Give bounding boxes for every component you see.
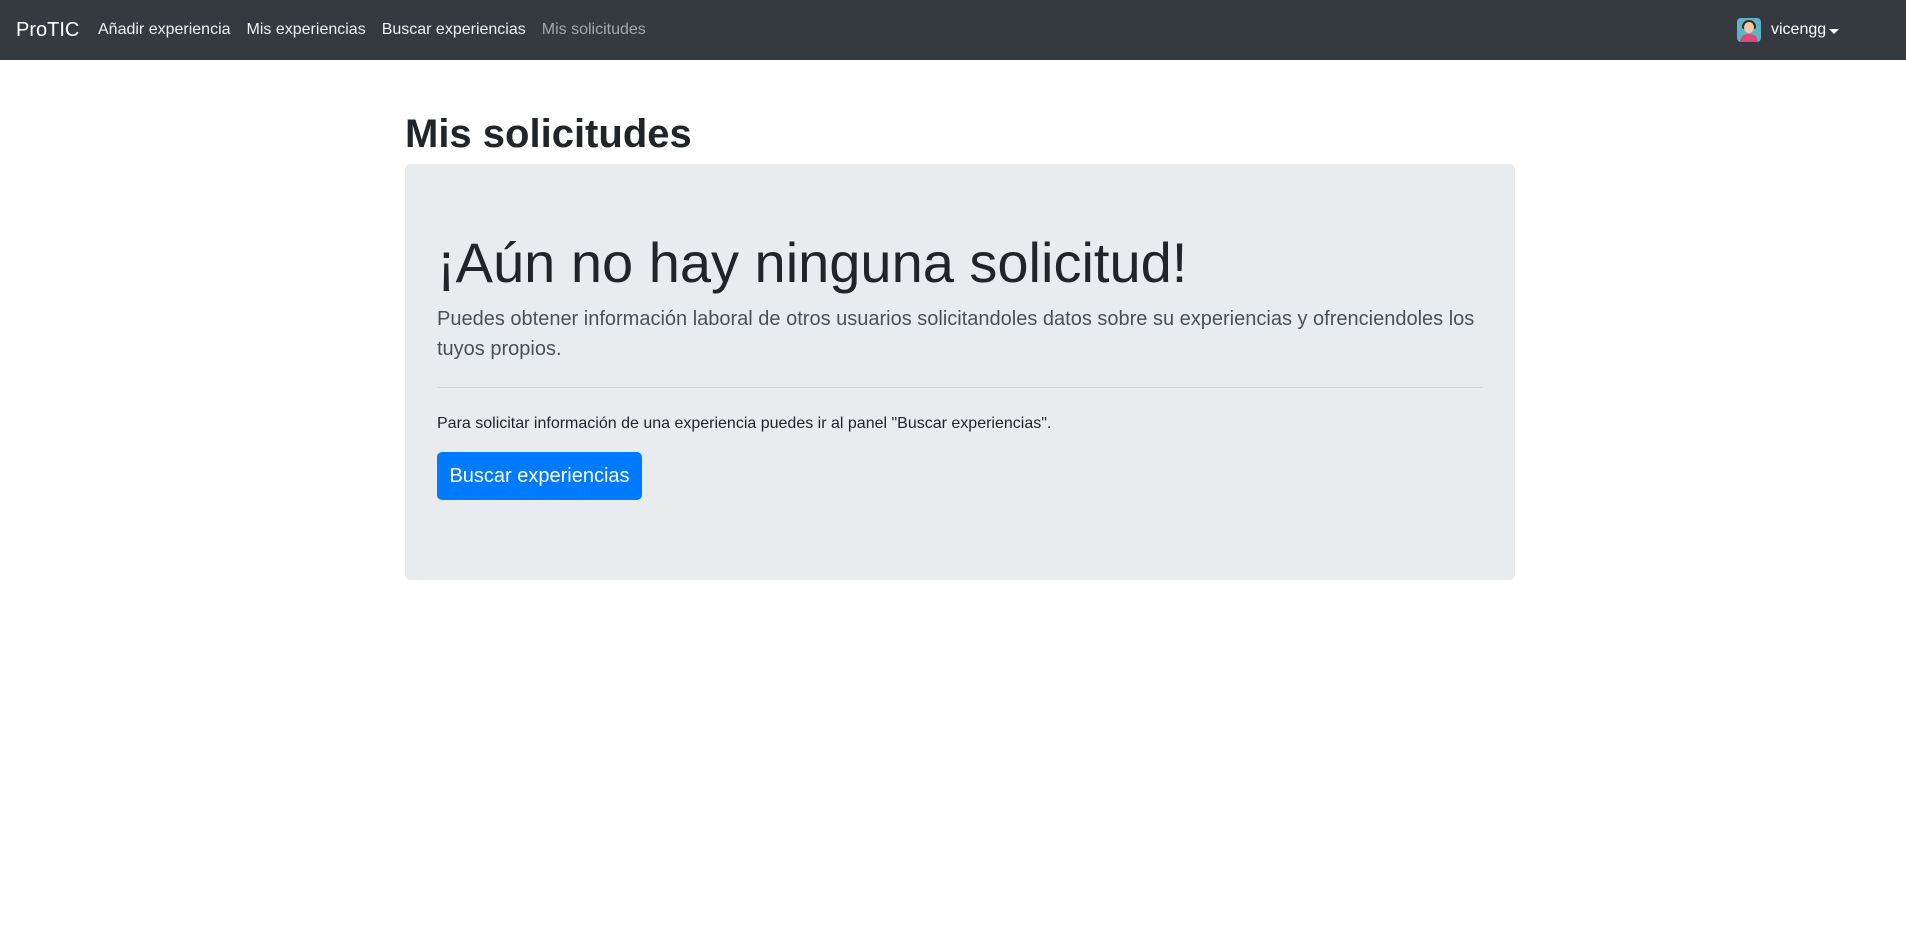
empty-state-heading: ¡Aún no hay ninguna solicitud! [437,231,1188,294]
user-dropdown-toggle[interactable]: vicengg [1737,18,1840,42]
user-avatar-icon [1737,18,1761,42]
divider [437,387,1483,388]
user-name: vicengg [1771,21,1827,38]
nav-link-mis-experiencias[interactable]: Mis experiencias [247,20,366,40]
nav-links: Añadir experiencia Mis experiencias Busc… [98,20,662,40]
brand-link[interactable]: ProTIC [16,17,79,43]
empty-state-info: Para solicitar información de una experi… [437,415,1052,432]
buscar-experiencias-button[interactable]: Buscar experiencias [437,452,642,500]
caret-down-icon [1829,28,1840,34]
page-title: Mis solicitudes [405,112,692,156]
top-navbar: ProTIC Añadir experiencia Mis experienci… [0,0,1906,60]
nav-link-anadir-experiencia[interactable]: Añadir experiencia [98,20,231,40]
empty-state-panel: ¡Aún no hay ninguna solicitud! Puedes ob… [405,164,1515,580]
nav-link-mis-solicitudes[interactable]: Mis solicitudes [542,20,646,40]
nav-link-buscar-experiencias[interactable]: Buscar experiencias [382,20,526,40]
empty-state-lead: Puedes obtener información laboral de ot… [437,308,1475,360]
